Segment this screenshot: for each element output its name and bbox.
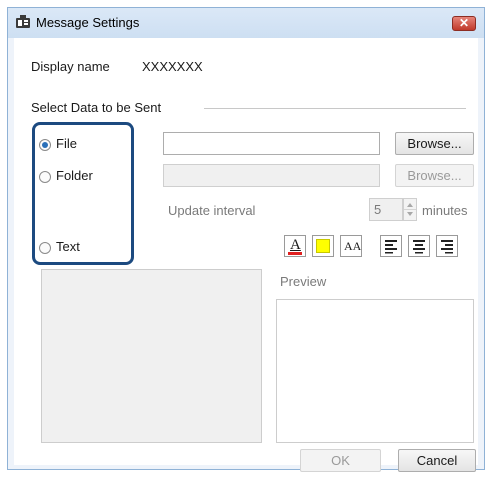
highlight-color-button[interactable] (312, 235, 334, 257)
ok-button[interactable]: OK (300, 449, 381, 472)
group-divider (204, 108, 466, 109)
app-icon (16, 15, 30, 28)
display-name-value: XXXXXXX (142, 59, 203, 74)
dialog-client: Display name XXXXXXX Select Data to be S… (14, 38, 478, 472)
close-icon: ✕ (458, 16, 470, 30)
align-center-icon (413, 240, 425, 254)
update-interval-spinner[interactable] (403, 198, 417, 221)
font-size-button[interactable]: AA (340, 235, 362, 257)
window-title: Message Settings (36, 15, 140, 30)
update-interval-label: Update interval (168, 203, 256, 218)
align-right-button[interactable] (436, 235, 458, 257)
update-interval-value: 5 (374, 202, 382, 217)
align-center-button[interactable] (408, 235, 430, 257)
preview-label: Preview (280, 274, 327, 289)
font-color-button[interactable]: A (284, 235, 306, 257)
align-left-button[interactable] (380, 235, 402, 257)
align-right-icon (441, 240, 453, 254)
close-button[interactable]: ✕ (452, 16, 476, 31)
text-entry-area[interactable] (41, 269, 262, 443)
display-name-label: Display name (31, 59, 110, 74)
update-interval-input[interactable]: 5 (369, 198, 403, 221)
spinner-arrows-icon (404, 203, 416, 216)
message-settings-window: Message Settings ✕ Display name XXXXXXX … (7, 7, 485, 472)
folder-path-input[interactable] (163, 164, 380, 187)
highlight-color-icon (316, 239, 330, 253)
align-left-icon (385, 240, 397, 254)
update-interval-unit: minutes (422, 203, 468, 218)
file-path-input[interactable] (163, 132, 380, 155)
font-size-icon: AA (344, 239, 362, 253)
selection-highlight (32, 122, 134, 265)
font-color-swatch (288, 252, 302, 255)
file-browse-button[interactable]: Browse... (395, 132, 474, 155)
preview-area (276, 299, 474, 443)
cancel-button[interactable]: Cancel (398, 449, 476, 472)
folder-browse-button[interactable]: Browse... (395, 164, 474, 187)
group-title: Select Data to be Sent (31, 100, 162, 115)
title-bar[interactable]: Message Settings ✕ (8, 8, 484, 38)
